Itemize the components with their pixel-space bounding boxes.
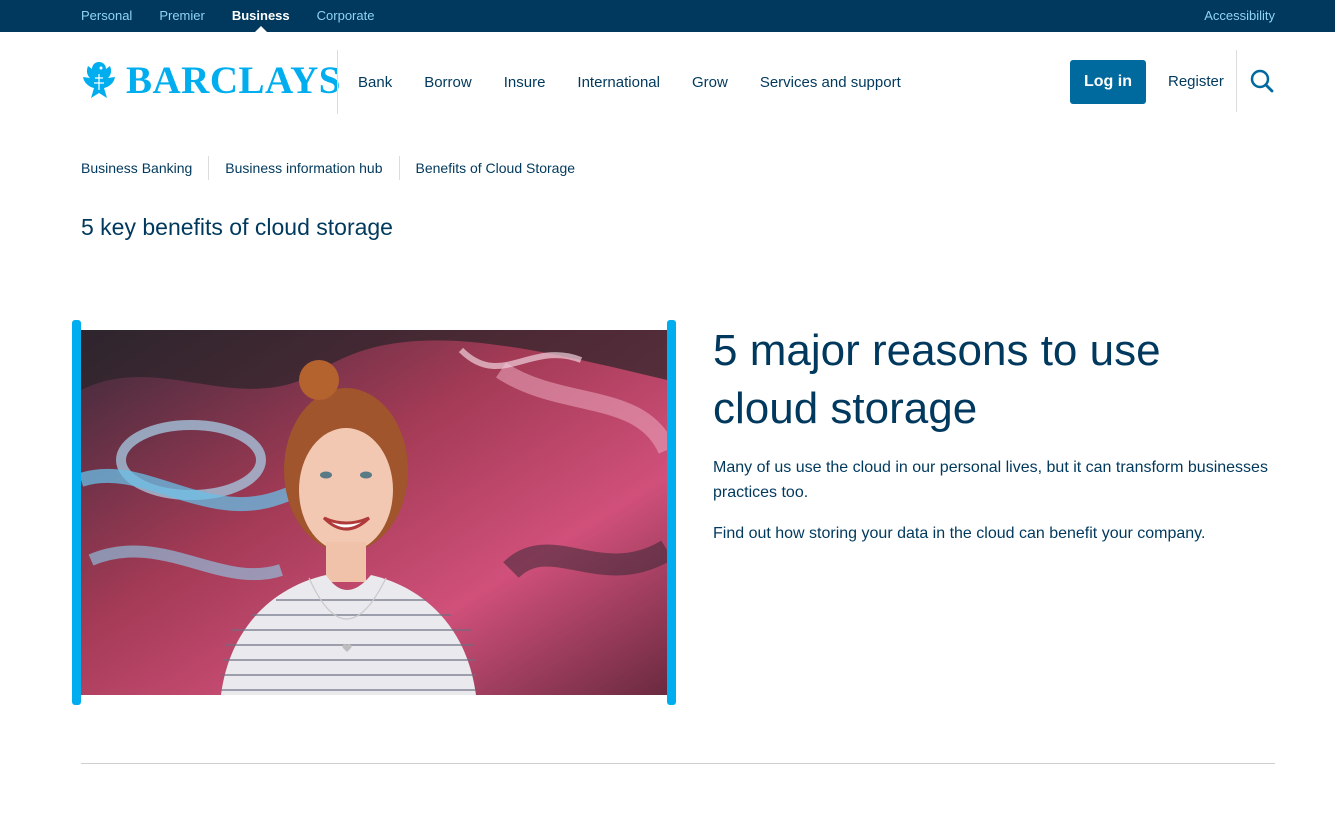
woman-smiling-graffiti-photo	[81, 330, 667, 695]
hero-paragraph-1: Many of us use the cloud in our personal…	[713, 459, 1268, 501]
barclays-logo[interactable]: BARCLAYS	[80, 60, 341, 102]
nav-services-support[interactable]: Services and support	[760, 74, 901, 91]
search-divider	[1236, 50, 1237, 112]
eagle-icon	[83, 62, 115, 98]
section-divider	[81, 763, 1275, 764]
site-header: BARCLAYS Bank Borrow Insure Internationa…	[0, 32, 1335, 122]
logo-wordmark: BARCLAYS	[126, 59, 341, 102]
segment-premier[interactable]: Premier	[159, 0, 205, 32]
accessibility-link[interactable]: Accessibility	[1204, 0, 1275, 32]
page-title: 5 key benefits of cloud storage	[81, 214, 393, 240]
segment-nav: Personal Premier Business Corporate	[81, 0, 401, 32]
nav-international[interactable]: International	[577, 74, 660, 91]
segment-personal[interactable]: Personal	[81, 0, 132, 32]
breadcrumb-divider	[398, 156, 400, 180]
nav-grow[interactable]: Grow	[692, 74, 728, 91]
frame-bar-right	[667, 320, 676, 705]
hero-image-frame	[72, 320, 676, 705]
segment-corporate[interactable]: Corporate	[317, 0, 375, 32]
nav-borrow[interactable]: Borrow	[424, 74, 472, 91]
breadcrumb: Business Banking Business information hu…	[81, 156, 575, 180]
hero-heading: 5 major reasons to use cloud storage	[713, 326, 1161, 433]
nav-bank[interactable]: Bank	[358, 74, 392, 91]
register-link[interactable]: Register	[1168, 73, 1224, 90]
main-nav: Bank Borrow Insure International Grow Se…	[358, 32, 933, 132]
breadcrumb-current: Benefits of Cloud Storage	[415, 160, 576, 176]
segment-business[interactable]: Business	[232, 0, 290, 32]
breadcrumb-divider	[208, 156, 210, 180]
hero-photo	[81, 330, 667, 695]
header-divider	[337, 50, 338, 114]
login-button[interactable]: Log in	[1070, 60, 1146, 104]
search-icon	[1250, 69, 1274, 93]
breadcrumb-info-hub[interactable]: Business information hub	[225, 160, 382, 176]
hero-paragraph-2: Find out how storing your data in the cl…	[713, 525, 1206, 542]
breadcrumb-business-banking[interactable]: Business Banking	[81, 160, 192, 176]
frame-bar-left	[72, 320, 81, 705]
search-button[interactable]	[1249, 68, 1275, 94]
segment-bar: Personal Premier Business Corporate Acce…	[0, 0, 1335, 32]
nav-insure[interactable]: Insure	[504, 74, 546, 91]
